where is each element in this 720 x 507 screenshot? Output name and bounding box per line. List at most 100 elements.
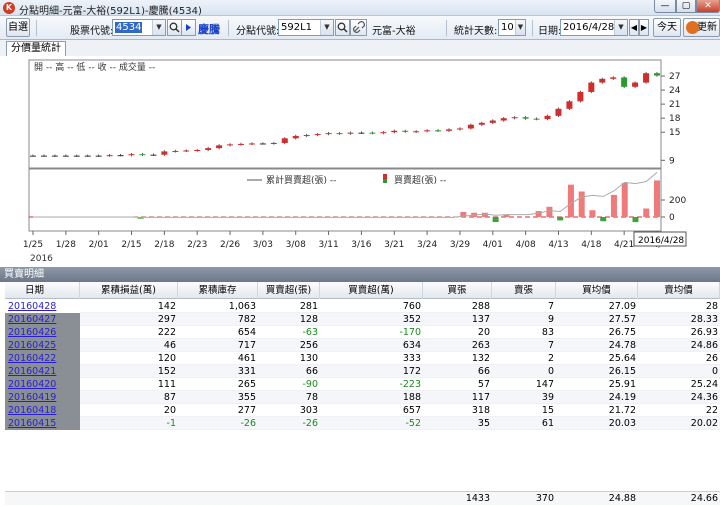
candle (533, 118, 540, 120)
date-link[interactable]: 20160418 (5, 404, 80, 417)
table-row[interactable]: 20160426 222 654 -63 -170 20 83 26.75 26.93 (5, 326, 720, 339)
chevron-down-icon[interactable]: ▼ (320, 20, 333, 35)
table-cell: -52 (405, 418, 421, 429)
prev-date-button[interactable]: ◀ (629, 19, 639, 36)
date-link[interactable]: 20160421 (5, 365, 80, 378)
candle (51, 155, 58, 157)
branch-code-input[interactable]: 592L1 ▼ (278, 19, 334, 36)
table-cell: 24.19 (608, 392, 636, 403)
table-row[interactable]: 20160420 111 265 -90 -223 57 147 25.91 25.24 (5, 378, 720, 391)
next-date-button[interactable]: ▶ (639, 19, 649, 36)
table-cell: 654 (237, 327, 256, 338)
candle (347, 132, 354, 134)
table-cell: 717 (237, 340, 256, 351)
column-header[interactable]: 買均價 (556, 282, 638, 299)
x-tick-label: 1/28 (56, 240, 76, 250)
table-cell: 20 (477, 327, 490, 338)
x-tick-label: 4/01 (483, 240, 503, 250)
today-button[interactable]: 今天 (653, 18, 681, 37)
table-row[interactable]: 20160425 46 717 256 634 263 7 24.78 24.86 (5, 339, 720, 352)
table-cell: 27.57 (608, 314, 636, 325)
table-cell: 152 (157, 366, 176, 377)
table-row[interactable]: 20160428 142 1,063 281 760 288 7 27.09 28 (5, 300, 720, 313)
table-row[interactable]: 20160419 87 355 78 188 117 39 24.19 24.36 (5, 391, 720, 404)
branch-link-button[interactable] (350, 19, 367, 36)
date-link[interactable]: 20160427 (5, 313, 80, 326)
table-row[interactable]: 20160427 297 782 128 352 137 9 27.57 28.33 (5, 313, 720, 326)
chevron-down-icon[interactable]: ▼ (152, 20, 165, 35)
date-link[interactable]: 20160415 (5, 417, 80, 430)
stock-code-input[interactable]: 4534 ▼ (112, 19, 166, 36)
x-tick-label: 3/03 (253, 240, 273, 250)
net-buy-bar (535, 211, 542, 217)
column-header[interactable]: 累積庫存 (178, 282, 258, 299)
candle (413, 131, 420, 133)
refresh-button[interactable]: 更新 (683, 18, 720, 37)
table-cell: -170 (399, 327, 421, 338)
price-tick-label: 21 (669, 100, 680, 110)
date-link[interactable]: 20160425 (5, 339, 80, 352)
table-row[interactable]: 20160421 152 331 66 172 66 0 26.15 0 (5, 365, 720, 378)
candle (336, 133, 343, 135)
table-cell: 66 (305, 366, 318, 377)
table-cell: 132 (471, 353, 490, 364)
column-header[interactable]: 買賣超(張) (258, 282, 320, 299)
column-header[interactable]: 日期 (5, 282, 80, 299)
chevron-down-icon[interactable]: ▼ (515, 20, 525, 35)
table-cell: 22 (705, 405, 718, 416)
table-row[interactable]: 20160415 -1 -26 -26 -52 35 61 20.03 20.02 (5, 417, 720, 430)
date-picker[interactable]: 2016/4/28 ▼ (560, 19, 628, 36)
volume-tick-label: 200 (669, 196, 686, 206)
candle (270, 142, 277, 144)
cum-legend-label: 累計買賣超(張) -- (266, 174, 336, 186)
branch-name: 元富-大裕 (372, 26, 416, 37)
stat-days-select[interactable]: 10 ▼ (498, 19, 526, 36)
column-header[interactable]: 買張 (423, 282, 492, 299)
column-header[interactable]: 賣均價 (638, 282, 720, 299)
candle (281, 138, 288, 143)
candle (40, 155, 47, 157)
tab-price-volume-stats[interactable]: 分價量統計 (6, 41, 66, 56)
candle (106, 155, 113, 157)
price-tick-label: 18 (669, 114, 681, 124)
candle (183, 150, 190, 152)
x-tick-label: 2/18 (154, 240, 174, 250)
candle (621, 77, 628, 87)
candle (435, 130, 442, 132)
table-cell: 634 (402, 340, 421, 351)
branch-search-button[interactable] (335, 19, 350, 36)
column-header[interactable]: 買賣超(萬) (320, 282, 423, 299)
refresh-icon (686, 21, 699, 34)
candle (117, 155, 124, 157)
detail-table: 日期 累積損益(萬) 累積庫存 買賣超(張) 買賣超(萬) 買張 賣張 買均價 賣均價 2016… (5, 282, 720, 507)
maximize-button[interactable]: ▢ (676, 0, 696, 13)
candle (467, 124, 474, 129)
close-button[interactable]: ✕ (696, 0, 720, 13)
watchlist-button[interactable]: 自選 (6, 18, 30, 37)
date-link[interactable]: 20160422 (5, 352, 80, 365)
net-legend-swatch-up (383, 174, 387, 179)
candle (402, 130, 409, 132)
date-link[interactable]: 20160419 (5, 391, 80, 404)
minimize-button[interactable]: — (654, 0, 676, 13)
stock-search-button[interactable] (167, 19, 182, 36)
net-buy-bar (643, 208, 650, 217)
chevron-down-icon[interactable]: ▼ (614, 20, 627, 35)
arrow-right-icon (186, 24, 191, 31)
candle (172, 150, 179, 152)
column-header[interactable]: 累積損益(萬) (80, 282, 178, 299)
table-row[interactable]: 20160418 20 277 303 657 318 15 21.72 22 (5, 404, 720, 417)
stock-next-button[interactable] (181, 19, 196, 36)
date-link[interactable]: 20160420 (5, 378, 80, 391)
table-cell: 333 (402, 353, 421, 364)
date-link[interactable]: 20160428 (5, 300, 80, 313)
column-header[interactable]: 賣張 (492, 282, 556, 299)
candle (522, 117, 529, 119)
totals-row: 1433 370 24.88 24.66 (5, 491, 720, 505)
table-row[interactable]: 20160422 120 461 130 333 132 2 25.64 26 (5, 352, 720, 365)
date-link[interactable]: 20160426 (5, 326, 80, 339)
table-cell: 83 (541, 327, 554, 338)
search-icon (169, 22, 180, 33)
table-cell: 117 (471, 392, 490, 403)
table-cell: 35 (477, 418, 490, 429)
